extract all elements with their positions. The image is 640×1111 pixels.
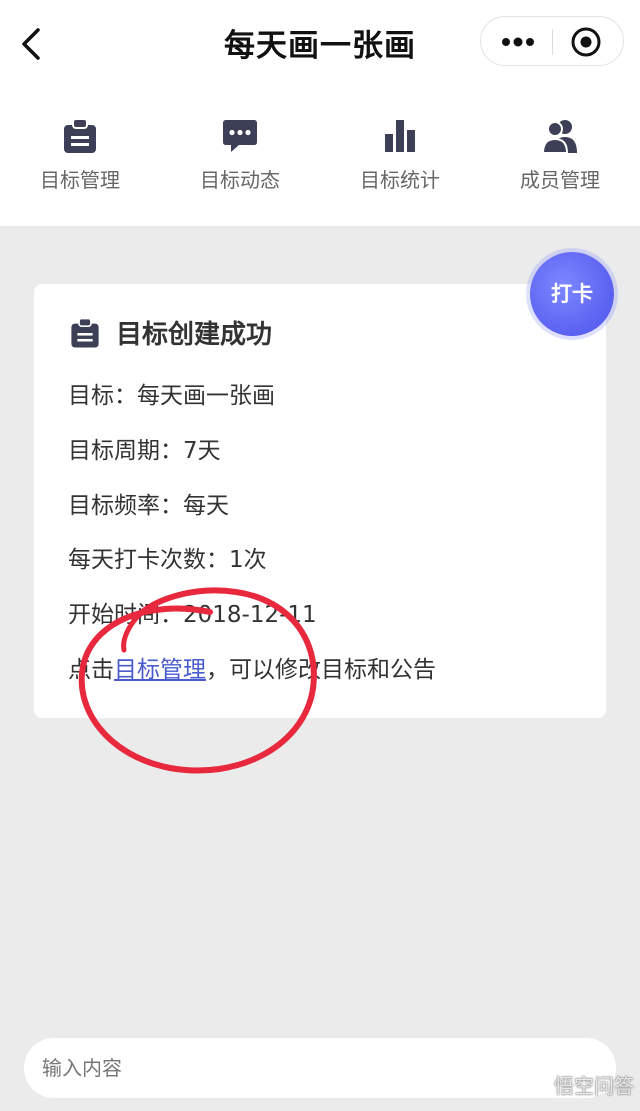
more-options-icon[interactable] <box>497 27 539 57</box>
hint-prefix: 点击 <box>68 657 114 683</box>
feature-tabs: 目标管理 目标动态 目标统计 成员管理 <box>0 86 640 226</box>
tab-label: 成员管理 <box>520 168 600 192</box>
tab-member-management[interactable]: 成员管理 <box>500 116 620 193</box>
clipboard-icon <box>71 317 99 348</box>
goal-frequency: 目标频率：每天 <box>68 493 229 519</box>
top-nav-bar: 每天画一张画 <box>0 0 640 86</box>
content-area: 目标创建成功 目标：每天画一张画 目标周期：7天 目标频率：每天 每天打卡次数：… <box>0 226 640 1026</box>
tab-goal-activity[interactable]: 目标动态 <box>180 116 300 193</box>
hint-line: 点击目标管理，可以修改目标和公告 <box>68 650 436 684</box>
bar-chart-icon <box>385 120 415 152</box>
start-time: 开始时间：2018-12-11 <box>68 602 317 628</box>
tab-label: 目标管理 <box>40 168 120 192</box>
checkin-button[interactable]: 打卡 <box>530 252 614 336</box>
message-input[interactable] <box>24 1038 616 1098</box>
close-target-icon[interactable] <box>569 25 603 59</box>
watermark: 悟空问答 <box>554 1074 634 1098</box>
tab-goal-management[interactable]: 目标管理 <box>20 116 140 193</box>
mini-program-capsule <box>480 16 624 66</box>
goal-management-link[interactable]: 目标管理 <box>114 657 206 683</box>
card-title: 目标创建成功 <box>116 320 273 350</box>
capsule-divider <box>552 29 553 55</box>
goal-created-card: 目标创建成功 目标：每天画一张画 目标周期：7天 目标频率：每天 每天打卡次数：… <box>34 284 606 718</box>
checkin-times: 每天打卡次数：1次 <box>68 547 267 573</box>
goal-text: 目标：每天画一张画 <box>68 383 275 409</box>
tab-label: 目标动态 <box>200 168 280 192</box>
tab-goal-statistics[interactable]: 目标统计 <box>340 116 460 193</box>
tab-label: 目标统计 <box>360 168 440 192</box>
hint-suffix: ，可以修改目标和公告 <box>206 657 436 683</box>
chat-bubble-icon <box>223 120 257 152</box>
members-icon <box>541 120 577 154</box>
goal-period: 目标周期：7天 <box>68 438 221 464</box>
clipboard-icon <box>64 118 96 153</box>
bottom-input-bar <box>0 1026 640 1111</box>
